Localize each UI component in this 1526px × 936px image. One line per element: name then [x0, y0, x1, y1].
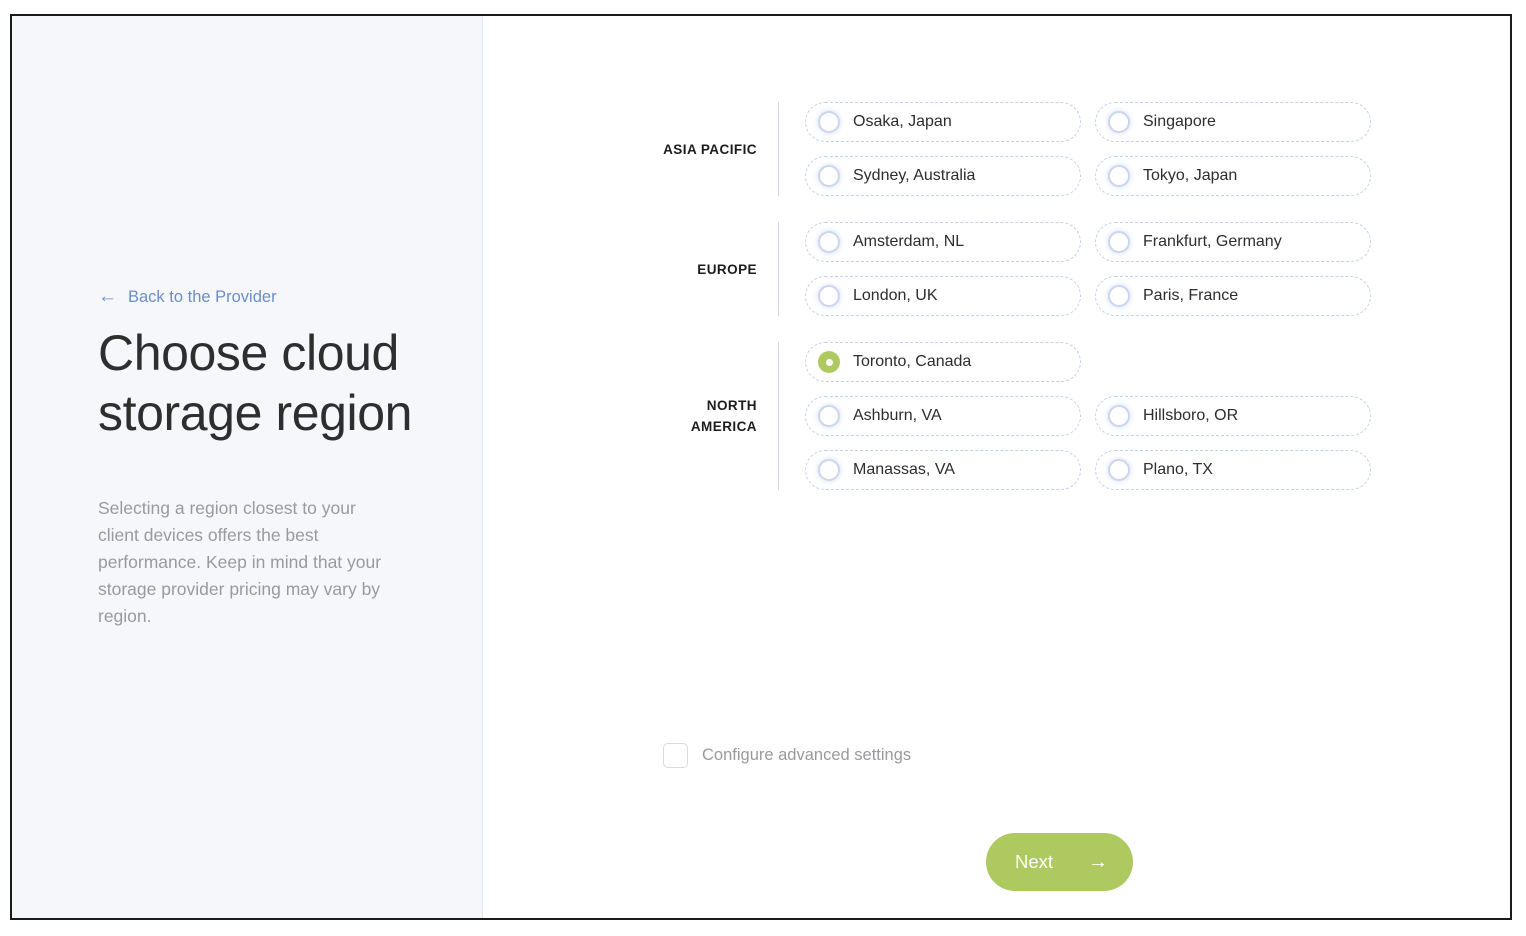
- region-option[interactable]: Tokyo, Japan: [1095, 156, 1371, 196]
- region-option-row: London, UK Paris, France: [805, 276, 1398, 316]
- region-options: Amsterdam, NL Frankfurt, Germany London, U…: [779, 222, 1398, 316]
- radio-selected-icon[interactable]: [818, 351, 840, 373]
- region-option-row: Manassas, VA Plano, TX: [805, 450, 1398, 490]
- region-option-label: Plano, TX: [1143, 461, 1213, 478]
- region-option-label: Osaka, Japan: [853, 113, 952, 130]
- radio-unselected-icon[interactable]: [818, 285, 840, 307]
- region-option[interactable]: Amsterdam, NL: [805, 222, 1081, 262]
- radio-unselected-icon[interactable]: [818, 405, 840, 427]
- region-option-row: Ashburn, VA Hillsboro, OR: [805, 396, 1398, 436]
- region-option-label: Sydney, Australia: [853, 167, 976, 184]
- advanced-settings-checkbox[interactable]: [663, 743, 688, 768]
- advanced-settings-label: Configure advanced settings: [702, 746, 912, 764]
- region-option[interactable]: Plano, TX: [1095, 450, 1371, 490]
- region-group-label: ASIA PACIFIC: [663, 141, 757, 157]
- region-option-label: London, UK: [853, 287, 938, 304]
- radio-unselected-icon[interactable]: [818, 165, 840, 187]
- main-panel: ASIA PACIFIC Osaka, Japan Singapore Sydney,…: [483, 16, 1510, 918]
- arrow-right-icon: →: [1088, 851, 1108, 873]
- region-option[interactable]: Frankfurt, Germany: [1095, 222, 1371, 262]
- region-option[interactable]: Singapore: [1095, 102, 1371, 142]
- region-option-row: Sydney, Australia Tokyo, Japan: [805, 156, 1398, 196]
- region-option[interactable]: Manassas, VA: [805, 450, 1081, 490]
- region-option-label: Toronto, Canada: [853, 353, 972, 370]
- region-option[interactable]: Osaka, Japan: [805, 102, 1081, 142]
- radio-unselected-icon[interactable]: [1108, 285, 1130, 307]
- region-option-label: Ashburn, VA: [853, 407, 942, 424]
- region-option[interactable]: Sydney, Australia: [805, 156, 1081, 196]
- region-group: NORTH AMERICA Toronto, Canada Ashburn, VA H…: [658, 342, 1398, 490]
- region-option[interactable]: Paris, France: [1095, 276, 1371, 316]
- radio-unselected-icon[interactable]: [818, 111, 840, 133]
- region-option-row: Osaka, Japan Singapore: [805, 102, 1398, 142]
- region-group-label: NORTH AMERICA: [690, 398, 757, 434]
- app-window: ← Back to the Provider Choose cloud stor…: [10, 14, 1512, 920]
- region-option-label: Tokyo, Japan: [1143, 167, 1238, 184]
- arrow-left-icon: ←: [98, 286, 117, 307]
- region-group: ASIA PACIFIC Osaka, Japan Singapore Sydney,…: [658, 102, 1398, 196]
- region-options: Osaka, Japan Singapore Sydney, Australia To…: [779, 102, 1398, 196]
- region-option[interactable]: Hillsboro, OR: [1095, 396, 1371, 436]
- region-option-row: Amsterdam, NL Frankfurt, Germany: [805, 222, 1398, 262]
- region-group: EUROPE Amsterdam, NL Frankfurt, Germany Lon…: [658, 222, 1398, 316]
- region-option-label: Paris, France: [1143, 287, 1239, 304]
- back-to-provider-label: Back to the Provider: [128, 288, 277, 306]
- region-option[interactable]: London, UK: [805, 276, 1081, 316]
- sidebar: ← Back to the Provider Choose cloud stor…: [12, 16, 483, 918]
- region-group-label: EUROPE: [697, 261, 757, 277]
- region-option[interactable]: Toronto, Canada: [805, 342, 1081, 382]
- configure-advanced-settings-row[interactable]: Configure advanced settings: [663, 743, 911, 768]
- next-button-label: Next: [1015, 851, 1054, 872]
- next-button[interactable]: Next →: [986, 833, 1133, 891]
- region-option[interactable]: Ashburn, VA: [805, 396, 1081, 436]
- radio-unselected-icon[interactable]: [818, 459, 840, 481]
- region-option-label: Manassas, VA: [853, 461, 955, 478]
- region-option-row: Toronto, Canada: [805, 342, 1398, 382]
- region-options: Toronto, Canada Ashburn, VA Hillsboro, OR M…: [779, 342, 1398, 490]
- radio-unselected-icon[interactable]: [1108, 459, 1130, 481]
- region-group-list: ASIA PACIFIC Osaka, Japan Singapore Sydney,…: [658, 102, 1398, 516]
- radio-unselected-icon[interactable]: [1108, 405, 1130, 427]
- radio-unselected-icon[interactable]: [818, 231, 840, 253]
- region-option-label: Hillsboro, OR: [1143, 407, 1239, 424]
- region-option-label: Frankfurt, Germany: [1143, 233, 1282, 250]
- page-title: Choose cloud storage region: [98, 325, 413, 441]
- back-to-provider-link[interactable]: ← Back to the Provider: [98, 286, 418, 307]
- sidebar-content: ← Back to the Provider Choose cloud stor…: [98, 286, 418, 630]
- radio-unselected-icon[interactable]: [1108, 111, 1130, 133]
- radio-unselected-icon[interactable]: [1108, 165, 1130, 187]
- radio-unselected-icon[interactable]: [1108, 231, 1130, 253]
- page-description: Selecting a region closest to your clien…: [98, 498, 382, 626]
- region-option-label: Singapore: [1143, 113, 1216, 130]
- region-option-label: Amsterdam, NL: [853, 233, 965, 250]
